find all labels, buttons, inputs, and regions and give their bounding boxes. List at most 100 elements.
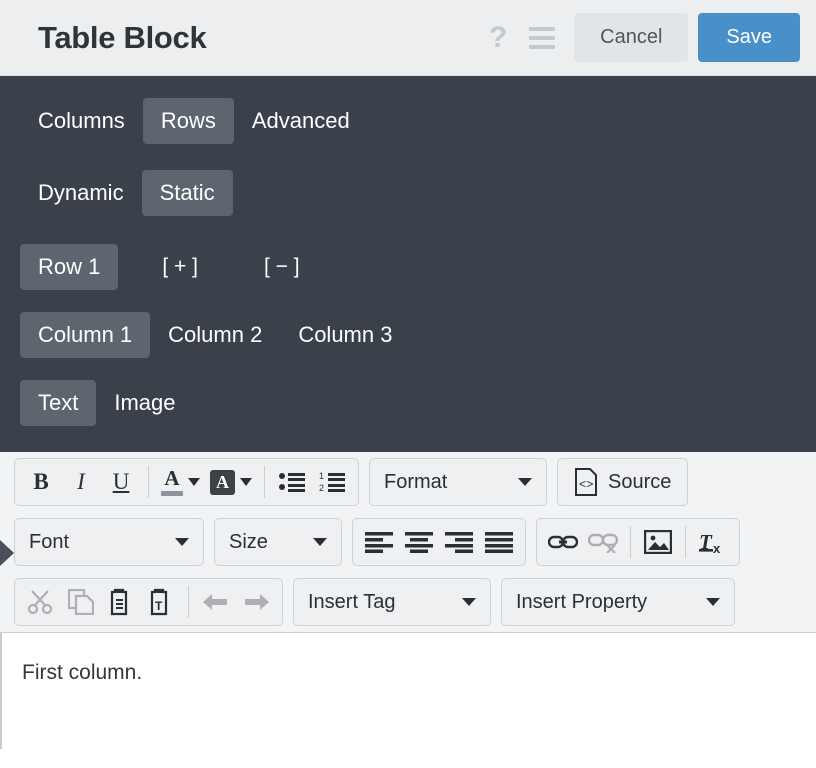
tab-advanced[interactable]: Advanced	[234, 98, 368, 144]
divider	[685, 526, 686, 558]
format-dropdown-label: Format	[384, 470, 448, 493]
toolbar-row-3: T Insert Tag Insert Property	[0, 572, 816, 632]
add-row-button[interactable]: [ + ]	[148, 245, 212, 289]
bold-button[interactable]: B	[21, 463, 61, 501]
editor-content-text[interactable]: First column.	[22, 661, 816, 685]
italic-button[interactable]: I	[61, 463, 101, 501]
numbered-list-button[interactable]: 1 2	[312, 463, 352, 501]
rich-text-editor-toolbar: B I U A A 1 2 Format <> Source Font Size…	[0, 452, 816, 633]
content-type-image[interactable]: Image	[96, 380, 193, 426]
tab-static[interactable]: Static	[141, 170, 233, 216]
paste-button[interactable]	[101, 583, 141, 621]
font-dropdown[interactable]: Font	[14, 518, 204, 566]
row-selector-row: Row 1 [ + ] [ − ]	[20, 244, 816, 290]
tab-dynamic[interactable]: Dynamic	[20, 170, 142, 216]
unlink-button[interactable]	[583, 523, 623, 561]
remove-row-button[interactable]: [ − ]	[250, 245, 314, 289]
insert-property-dropdown[interactable]: Insert Property	[501, 578, 735, 626]
chevron-down-icon	[518, 478, 532, 486]
align-left-icon	[365, 531, 393, 553]
background-color-button[interactable]: A	[205, 463, 257, 501]
remove-format-button[interactable]: T x	[693, 523, 733, 561]
column-3-button[interactable]: Column 3	[280, 312, 410, 358]
mode-tab-row: Columns Rows Advanced	[20, 98, 816, 144]
remove-format-icon: T x	[699, 529, 727, 555]
redo-arrow-icon	[241, 591, 271, 613]
image-icon	[644, 530, 672, 554]
source-tab-row: Dynamic Static	[20, 170, 816, 216]
chevron-down-icon	[188, 478, 200, 486]
paste-clipboard-icon	[108, 588, 134, 616]
cut-button[interactable]	[21, 583, 61, 621]
divider	[630, 526, 631, 558]
svg-text:x: x	[713, 541, 721, 555]
format-dropdown[interactable]: Format	[369, 458, 547, 506]
numbered-list-icon: 1 2	[319, 471, 345, 493]
align-right-button[interactable]	[439, 523, 479, 561]
unlink-icon	[588, 531, 618, 553]
source-code-icon: <>	[574, 468, 598, 496]
scissors-cut-icon	[28, 589, 54, 615]
insert-group: T x	[536, 518, 740, 566]
source-button-label: Source	[608, 470, 672, 493]
text-color-button[interactable]: A	[156, 463, 205, 501]
divider	[148, 466, 149, 498]
insert-tag-label: Insert Tag	[308, 590, 396, 613]
font-dropdown-label: Font	[29, 530, 70, 553]
cancel-button[interactable]: Cancel	[574, 13, 689, 62]
align-left-button[interactable]	[359, 523, 399, 561]
dialog-header: Table Block ? Cancel Save	[0, 0, 816, 76]
menu-button[interactable]	[520, 16, 564, 60]
alignment-group	[352, 518, 526, 566]
align-right-icon	[445, 531, 473, 553]
image-button[interactable]	[638, 523, 678, 561]
collapse-panel-arrow-icon[interactable]	[0, 540, 14, 566]
redo-button[interactable]	[236, 583, 276, 621]
underline-button[interactable]: U	[101, 463, 141, 501]
align-justify-button[interactable]	[479, 523, 519, 561]
save-button[interactable]: Save	[698, 13, 800, 62]
undo-button[interactable]	[196, 583, 236, 621]
column-2-button[interactable]: Column 2	[150, 312, 280, 358]
insert-property-label: Insert Property	[516, 590, 648, 613]
svg-text:<>: <>	[579, 478, 593, 492]
divider	[188, 586, 189, 618]
content-type-text[interactable]: Text	[20, 380, 97, 426]
copy-icon	[68, 589, 94, 615]
align-center-button[interactable]	[399, 523, 439, 561]
link-icon	[548, 532, 578, 552]
toolbar-row-2: Font Size T x	[0, 512, 816, 572]
header-actions: ? Cancel Save	[476, 13, 800, 62]
hamburger-menu-icon	[529, 26, 556, 49]
column-selector-row: Column 1 Column 2 Column 3	[20, 312, 816, 358]
source-button[interactable]: <> Source	[557, 458, 689, 506]
chevron-down-icon	[313, 538, 327, 546]
svg-text:2: 2	[319, 483, 324, 493]
clipboard-group: T	[14, 578, 283, 626]
divider	[264, 466, 265, 498]
row-1-button[interactable]: Row 1	[20, 244, 119, 290]
tab-columns[interactable]: Columns	[20, 98, 143, 144]
question-mark-icon: ?	[488, 20, 508, 54]
align-center-icon	[405, 531, 433, 553]
size-dropdown[interactable]: Size	[214, 518, 342, 566]
undo-arrow-icon	[201, 591, 231, 613]
editor-content-area[interactable]: First column.	[0, 633, 816, 749]
table-options-panel: Columns Rows Advanced Dynamic Static Row…	[0, 76, 816, 452]
align-justify-icon	[485, 531, 513, 553]
size-dropdown-label: Size	[229, 530, 268, 553]
bulleted-list-button[interactable]	[272, 463, 312, 501]
svg-text:1: 1	[319, 471, 324, 481]
paste-as-text-button[interactable]: T	[141, 583, 181, 621]
text-style-group: B I U A A 1 2	[14, 458, 359, 506]
link-button[interactable]	[543, 523, 583, 561]
svg-text:T: T	[155, 599, 163, 613]
text-color-icon: A	[161, 468, 183, 496]
copy-button[interactable]	[61, 583, 101, 621]
chevron-down-icon	[175, 538, 189, 546]
insert-tag-dropdown[interactable]: Insert Tag	[293, 578, 491, 626]
tab-rows[interactable]: Rows	[142, 98, 234, 144]
help-button[interactable]: ?	[476, 16, 520, 60]
chevron-down-icon	[462, 598, 476, 606]
column-1-button[interactable]: Column 1	[20, 312, 151, 358]
